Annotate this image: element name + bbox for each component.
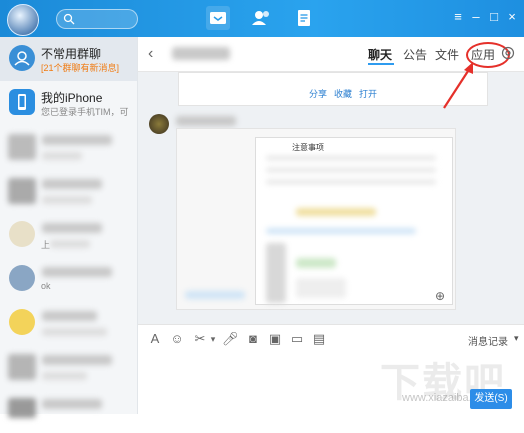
list-item[interactable] bbox=[0, 389, 137, 433]
avatar bbox=[9, 265, 35, 291]
title-bar: ≡ – □ × bbox=[0, 0, 524, 37]
group-icon bbox=[14, 51, 30, 66]
list-item[interactable] bbox=[0, 345, 137, 389]
document-icon bbox=[298, 10, 310, 26]
sender-avatar bbox=[149, 114, 169, 134]
gear-icon[interactable] bbox=[501, 46, 515, 60]
search-icon bbox=[63, 13, 75, 25]
close-icon[interactable]: × bbox=[506, 10, 518, 23]
notice-title: 注意事项 bbox=[292, 143, 324, 152]
conversation-name: 不常用群聊 bbox=[41, 47, 102, 61]
avatar bbox=[9, 309, 35, 335]
maximize-icon[interactable]: □ bbox=[488, 10, 500, 23]
tab-chat[interactable]: 聊天 bbox=[368, 46, 392, 63]
more-icon[interactable]: ▤ bbox=[312, 332, 326, 346]
folder-icon[interactable]: ▭ bbox=[290, 332, 304, 346]
avatar bbox=[9, 221, 35, 247]
emoji-icon[interactable]: ☺ bbox=[170, 332, 184, 346]
active-tab-indicator bbox=[368, 63, 394, 65]
font-icon[interactable]: A bbox=[148, 332, 162, 346]
list-item[interactable]: 不常用群聊 [21个群聊有新消息] bbox=[0, 37, 137, 81]
send-button[interactable]: 发送(S) bbox=[470, 389, 512, 409]
screenshot-icon[interactable]: ✂ bbox=[193, 332, 207, 346]
screenshot-preview: 注意事项 bbox=[255, 137, 453, 305]
tab-announcement[interactable]: 公告 bbox=[403, 46, 427, 63]
minimize-icon[interactable]: – bbox=[470, 10, 482, 23]
contacts-icon bbox=[252, 11, 269, 25]
list-item[interactable]: 我的iPhone 您已登录手机TIM，可 bbox=[0, 81, 137, 125]
phone-icon bbox=[18, 94, 26, 110]
conversation-name: 我的iPhone bbox=[41, 91, 103, 105]
favorite-link[interactable]: 收藏 bbox=[334, 87, 352, 100]
list-item[interactable]: 上 bbox=[0, 213, 137, 257]
conversation-preview: [21个群聊有新消息] bbox=[41, 63, 120, 73]
tab-contacts[interactable] bbox=[249, 6, 273, 30]
sticker-icon[interactable]: ◙ bbox=[246, 332, 260, 346]
open-link[interactable]: 打开 bbox=[359, 87, 377, 100]
microphone-icon[interactable]: 🎤︎ bbox=[222, 332, 239, 346]
phone-avatar bbox=[9, 89, 35, 115]
list-item[interactable] bbox=[0, 125, 137, 169]
message-history-button[interactable]: 消息记录 bbox=[468, 333, 508, 348]
conversation-preview: ok bbox=[41, 281, 51, 291]
share-link[interactable]: 分享 bbox=[309, 87, 327, 100]
avatar[interactable] bbox=[7, 4, 39, 36]
conversation-preview: 您已登录手机TIM，可 bbox=[41, 107, 129, 117]
search-input[interactable] bbox=[56, 9, 138, 29]
message-icon bbox=[210, 12, 226, 24]
chevron-left-icon[interactable]: ‹ bbox=[148, 45, 153, 63]
list-item[interactable] bbox=[0, 169, 137, 213]
image-icon[interactable]: ▣ bbox=[268, 332, 282, 346]
tab-documents[interactable] bbox=[292, 6, 316, 30]
chevron-down-icon[interactable]: ▾ bbox=[514, 333, 519, 344]
conversation-list: 不常用群聊 [21个群聊有新消息] 我的iPhone 您已登录手机TIM，可 上… bbox=[0, 37, 138, 418]
annotation-arrow bbox=[443, 62, 473, 109]
conversation-preview: 上 bbox=[41, 240, 51, 250]
menu-icon[interactable]: ≡ bbox=[452, 10, 464, 23]
list-item[interactable] bbox=[0, 301, 137, 345]
image-message[interactable]: 注意事项 ⊕ bbox=[176, 128, 456, 310]
tab-messages[interactable] bbox=[206, 6, 230, 30]
zoom-in-icon[interactable]: ⊕ bbox=[435, 289, 445, 303]
group-avatar bbox=[9, 45, 35, 71]
list-item[interactable]: ok bbox=[0, 257, 137, 301]
chevron-down-icon[interactable]: ▾ bbox=[206, 332, 220, 346]
